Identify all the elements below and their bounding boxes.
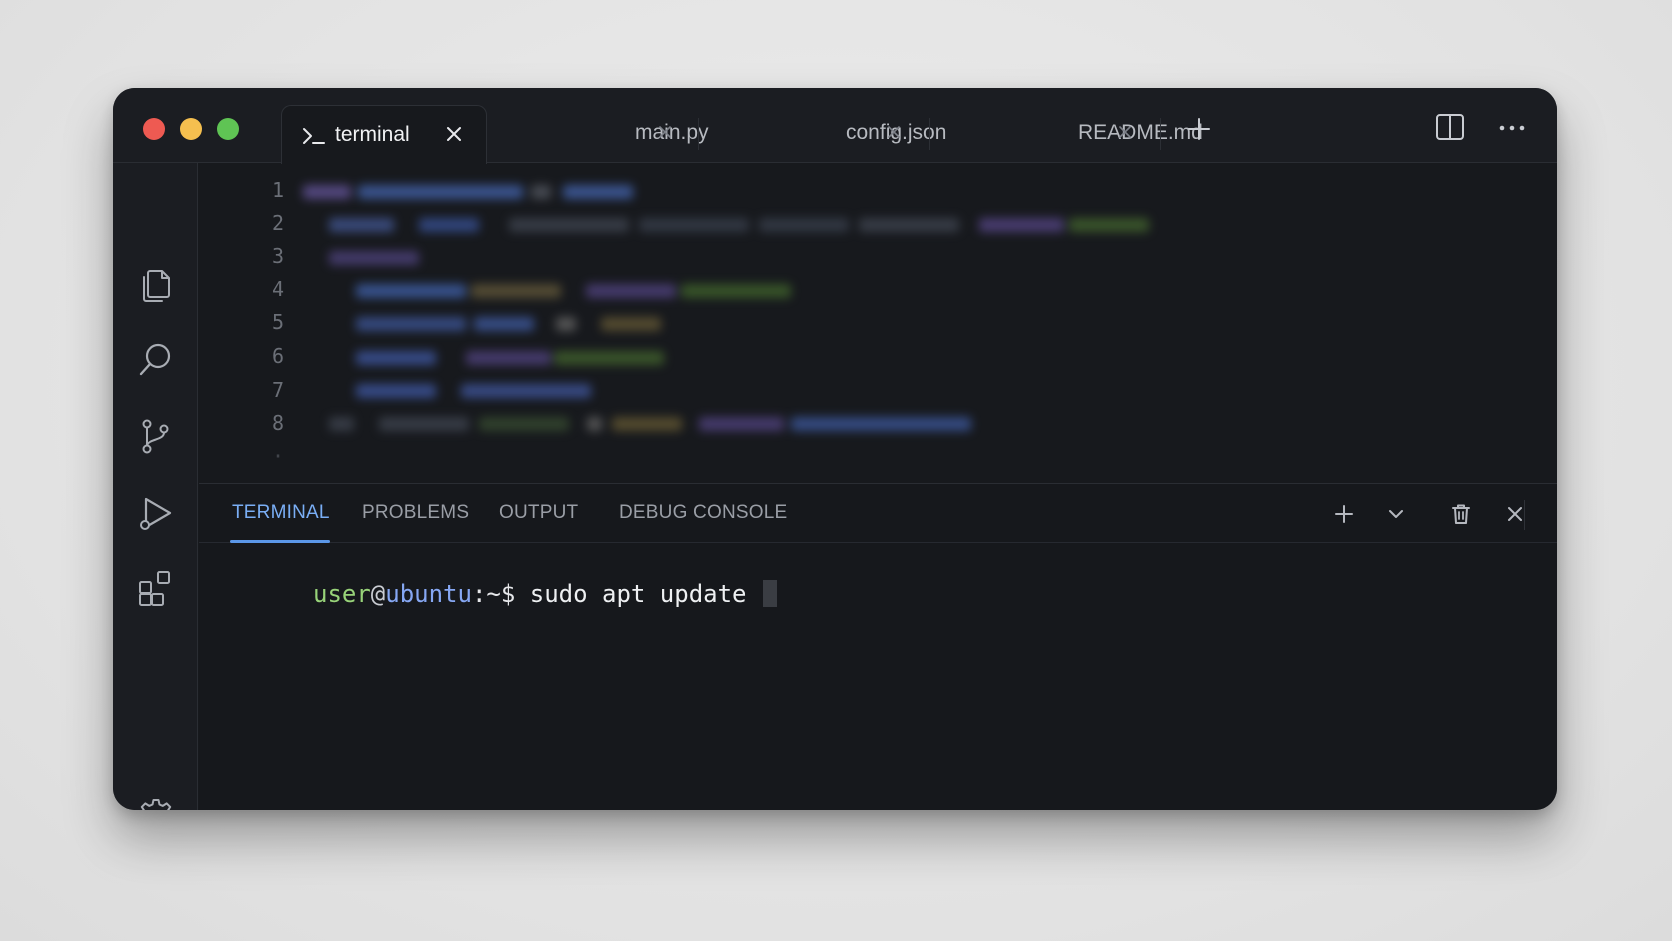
close-panel-icon[interactable] — [1503, 502, 1527, 526]
chevron-down-icon[interactable] — [1384, 502, 1408, 526]
blurred-code-line — [303, 181, 663, 201]
blurred-code-line — [356, 280, 856, 300]
zoom-window-button[interactable] — [217, 118, 239, 140]
line-number: 7 — [271, 378, 284, 402]
terminal-cursor — [762, 580, 777, 607]
line-number: 6 — [271, 344, 284, 368]
panel-tab-bar: TERMINAL PROBLEMS OUTPUT DEBUG CONSOLE — [199, 484, 1557, 543]
blurred-code-line — [356, 313, 676, 333]
minimize-window-button[interactable] — [180, 118, 202, 140]
activity-bar — [113, 163, 198, 810]
line-number: 1 — [271, 178, 284, 202]
blurred-code-line — [329, 214, 1149, 234]
extensions-icon[interactable] — [136, 568, 176, 608]
close-tab-icon[interactable] — [886, 124, 902, 140]
prompt-path: :~$ — [471, 580, 516, 608]
tab-label: README.md — [1078, 121, 1203, 144]
tab-bar: terminal main.py config.json README.md — [113, 88, 1557, 164]
terminal-command: sudo apt update — [515, 580, 747, 608]
run-debug-icon[interactable] — [136, 493, 176, 533]
terminal-prompt-line[interactable]: user@ubuntu:~$ sudo apt update — [313, 579, 777, 609]
tab-output[interactable]: OUTPUT — [499, 502, 578, 524]
new-tab-icon[interactable] — [1187, 117, 1211, 141]
line-number: 3 — [271, 244, 284, 268]
add-terminal-icon[interactable] — [1332, 502, 1356, 526]
tab-label: terminal — [335, 123, 410, 146]
bottom-panel: TERMINAL PROBLEMS OUTPUT DEBUG CONSOLE u… — [199, 483, 1557, 810]
line-number: 4 — [271, 277, 284, 301]
tab-problems[interactable]: PROBLEMS — [362, 502, 469, 524]
source-control-icon[interactable] — [136, 416, 176, 456]
prompt-user: user — [313, 580, 371, 608]
line-number: 2 — [271, 211, 284, 235]
tab-divider — [1160, 118, 1161, 150]
code-editor[interactable]: 1 2 3 4 5 6 7 8 · — [199, 164, 1557, 482]
blurred-code-line — [356, 347, 696, 367]
editor-window: terminal main.py config.json README.md 1… — [113, 88, 1557, 810]
active-tab-indicator — [230, 540, 330, 543]
close-window-button[interactable] — [143, 118, 165, 140]
settings-gear-icon[interactable] — [136, 796, 176, 810]
close-tab-icon[interactable] — [657, 124, 673, 140]
terminal-prompt-icon — [302, 126, 326, 146]
trash-icon[interactable] — [1449, 502, 1473, 526]
prompt-host: ubuntu — [385, 580, 472, 608]
close-tab-icon[interactable] — [1117, 124, 1133, 140]
line-number: 5 — [271, 310, 284, 334]
split-editor-icon[interactable] — [1435, 113, 1465, 141]
more-actions-icon[interactable] — [1499, 124, 1525, 132]
explorer-icon[interactable] — [136, 265, 176, 305]
blurred-code-line — [329, 413, 1029, 433]
tab-debug-console[interactable]: DEBUG CONSOLE — [619, 502, 787, 524]
tab-terminal-panel[interactable]: TERMINAL — [232, 502, 330, 524]
tab-terminal[interactable]: terminal — [281, 105, 487, 164]
close-tab-icon[interactable] — [446, 126, 462, 142]
line-number: 8 — [271, 411, 284, 435]
search-icon[interactable] — [136, 340, 176, 380]
blurred-code-line — [356, 380, 626, 400]
blurred-code-line — [329, 247, 449, 267]
prompt-at: @ — [370, 580, 386, 608]
line-number-partial: · — [271, 444, 284, 468]
